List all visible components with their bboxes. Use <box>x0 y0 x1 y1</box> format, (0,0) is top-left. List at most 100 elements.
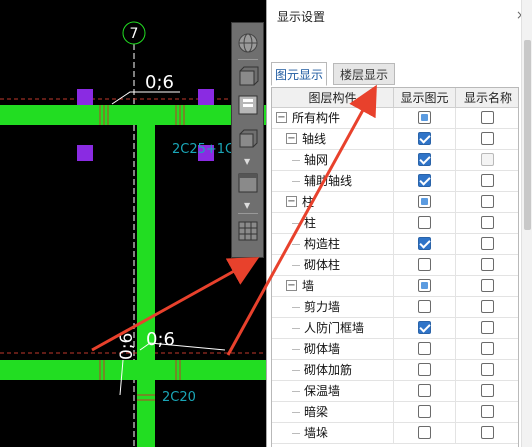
beam-vertical[interactable] <box>137 105 155 447</box>
column-marker[interactable] <box>198 89 214 105</box>
table-row[interactable]: − 所有构件 <box>272 108 518 129</box>
layer-label: 辅助轴线 <box>304 174 353 188</box>
layer-label: 保温墙 <box>304 384 341 398</box>
show-element-checkbox[interactable] <box>418 216 431 229</box>
layer-icon[interactable] <box>236 93 260 117</box>
cad-canvas[interactable]: 7 0;6 0;6 0;6 2C25+1C20 2C20 <box>0 0 270 447</box>
dimension-label-top: 0;6 <box>145 72 174 93</box>
show-name-checkbox[interactable] <box>481 321 494 334</box>
tree-connector <box>292 328 300 329</box>
scrollbar-thumb[interactable] <box>524 40 531 230</box>
expand-toggle-icon[interactable]: − <box>286 133 297 144</box>
show-name-checkbox[interactable] <box>481 111 494 124</box>
column-marker[interactable] <box>77 145 93 161</box>
table-row[interactable]: − 墙 <box>272 276 518 297</box>
show-name-cell <box>456 276 518 296</box>
show-name-checkbox[interactable] <box>481 342 494 355</box>
show-element-checkbox[interactable] <box>418 132 431 145</box>
show-name-checkbox[interactable] <box>481 384 494 397</box>
vertical-scrollbar[interactable] <box>521 0 532 447</box>
layer-label: 柱 <box>302 195 315 209</box>
layer-cell: − 柱 <box>272 192 394 212</box>
show-element-checkbox[interactable] <box>418 258 431 271</box>
show-name-checkbox[interactable] <box>481 237 494 250</box>
show-element-cell <box>394 318 456 338</box>
show-name-checkbox[interactable] <box>481 216 494 229</box>
tree-connector <box>292 244 300 245</box>
table-row[interactable]: 砌体柱 <box>272 255 518 276</box>
layer-label: 暗梁 <box>304 405 329 419</box>
show-name-checkbox[interactable] <box>481 174 494 187</box>
show-name-checkbox[interactable] <box>481 258 494 271</box>
column-header-show-name: 显示名称 <box>456 88 518 108</box>
show-element-checkbox[interactable] <box>418 279 431 292</box>
panel-icon[interactable] <box>236 171 260 195</box>
layer-label: 构造柱 <box>304 237 341 251</box>
expand-toggle-icon[interactable]: − <box>286 196 297 207</box>
layer-cell: 保温墙 <box>272 381 394 401</box>
show-name-checkbox[interactable] <box>481 426 494 439</box>
table-row[interactable]: 人防门框墙 <box>272 318 518 339</box>
table-row[interactable]: 辅助轴线 <box>272 171 518 192</box>
show-name-checkbox[interactable] <box>481 405 494 418</box>
show-name-checkbox[interactable] <box>481 279 494 292</box>
layer-cell: 剪力墙 <box>272 297 394 317</box>
column-marker[interactable] <box>77 89 93 105</box>
grid-icon[interactable] <box>236 219 260 243</box>
layer-cell: 辅助轴线 <box>272 171 394 191</box>
box-view-icon[interactable] <box>236 65 260 89</box>
show-element-checkbox[interactable] <box>418 405 431 418</box>
show-element-checkbox[interactable] <box>418 237 431 250</box>
show-name-checkbox[interactable] <box>481 363 494 376</box>
layer-label: 轴网 <box>304 153 329 167</box>
table-row[interactable]: 构造柱 <box>272 234 518 255</box>
show-element-cell <box>394 129 456 149</box>
table-row[interactable]: 墙垛 <box>272 423 518 444</box>
show-element-checkbox[interactable] <box>418 426 431 439</box>
show-element-cell <box>394 360 456 380</box>
show-element-checkbox[interactable] <box>418 363 431 376</box>
show-element-checkbox[interactable] <box>418 153 431 166</box>
show-name-cell <box>456 108 518 128</box>
expand-toggle-icon[interactable]: − <box>276 112 287 123</box>
table-row[interactable]: 砌体加筋 <box>272 360 518 381</box>
show-element-checkbox[interactable] <box>418 342 431 355</box>
chevron-down-icon[interactable]: ▼ <box>244 157 250 166</box>
globe-icon[interactable] <box>236 31 260 55</box>
table-row[interactable]: 剪力墙 <box>272 297 518 318</box>
show-element-checkbox[interactable] <box>418 111 431 124</box>
tree-connector <box>292 265 300 266</box>
show-name-checkbox[interactable] <box>481 195 494 208</box>
layer-label: 柱 <box>304 216 317 230</box>
column-header-layer: 图层构件 <box>272 88 394 108</box>
show-name-checkbox[interactable] <box>481 132 494 145</box>
show-element-checkbox[interactable] <box>418 300 431 313</box>
layer-cell: 墙垛 <box>272 423 394 443</box>
table-row[interactable]: − 轴线 <box>272 129 518 150</box>
show-element-checkbox[interactable] <box>418 321 431 334</box>
show-element-checkbox[interactable] <box>418 195 431 208</box>
beam-top[interactable] <box>0 105 270 125</box>
show-element-checkbox[interactable] <box>418 384 431 397</box>
dimension-label-vertical: 0;6 <box>117 333 137 360</box>
expand-toggle-icon[interactable]: − <box>286 280 297 291</box>
table-row[interactable]: 砌体墙 <box>272 339 518 360</box>
rebar-label-bottom: 2C20 <box>162 390 196 405</box>
show-name-checkbox[interactable] <box>481 300 494 313</box>
layer-label: 墙 <box>302 279 315 293</box>
chevron-down-icon[interactable]: ▼ <box>244 201 250 210</box>
axis-number: 7 <box>130 26 139 42</box>
show-name-checkbox[interactable] <box>481 153 494 166</box>
layer-cell: − 墙 <box>272 276 394 296</box>
show-element-checkbox[interactable] <box>418 174 431 187</box>
tab-floor-display[interactable]: 楼层显示 <box>333 63 395 85</box>
table-row[interactable]: − 柱 <box>272 192 518 213</box>
tab-element-display[interactable]: 图元显示 <box>271 62 327 86</box>
show-element-cell <box>394 339 456 359</box>
cube-icon[interactable] <box>236 127 260 151</box>
beam-bottom[interactable] <box>0 360 270 380</box>
table-row[interactable]: 暗梁 <box>272 402 518 423</box>
table-row[interactable]: 柱 <box>272 213 518 234</box>
table-row[interactable]: 轴网 <box>272 150 518 171</box>
table-row[interactable]: 保温墙 <box>272 381 518 402</box>
